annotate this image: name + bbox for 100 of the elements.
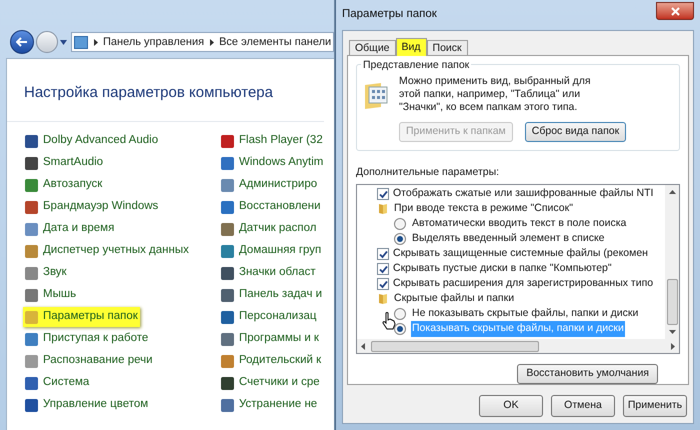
dialog-button[interactable]: Отмена [551,395,615,417]
chevron-icon [210,38,214,46]
applet-icon [25,354,38,368]
applet-icon [25,222,38,236]
control-panel-link[interactable]: Система [23,373,92,393]
option-label: Отображать сжатые или зашифрованные файлы NTI [393,186,654,202]
applet-icon [25,200,38,214]
checkbox[interactable] [377,248,389,260]
scroll-thumb[interactable] [666,279,678,325]
control-panel-link[interactable]: Dolby Advanced Audio [23,131,160,151]
applet-icon [25,244,38,258]
applet-icon [221,332,234,346]
breadcrumb-item[interactable]: Панель управления [103,34,204,50]
control-panel-link[interactable]: Панель задач и [221,285,322,305]
hand-cursor-icon [382,312,396,330]
applet-icon [221,200,234,214]
control-panel-link[interactable]: Администриро [221,175,318,195]
scroll-left-icon [361,342,365,350]
close-button[interactable] [656,2,694,20]
dialog-button[interactable]: Сброс вида папок [524,122,626,142]
applet-icon [221,354,234,368]
back-arrow-icon [16,37,28,47]
dialog-button[interactable]: Применить [623,395,687,417]
dropdown-arrow-icon [60,40,67,44]
option-label: Скрывать защищенные системные файлы (рекомен [393,246,648,262]
applet-icon [221,288,234,302]
checkbox[interactable] [377,188,389,200]
radio-button[interactable] [394,323,406,336]
option-label: Скрывать пустые диски в папке "Компьютер" [393,261,612,276]
scroll-thumb[interactable] [371,340,539,352]
address-bar[interactable]: Панель управления Все элементы панели [71,32,334,52]
applet-icon [221,266,234,280]
folder-icon [378,293,388,306]
tab[interactable]: Поиск [426,40,468,55]
applet-icon [25,288,38,302]
control-panel-link[interactable]: Восстановлени [221,197,321,217]
control-panel-link[interactable]: Приступая к работе [23,329,150,349]
control-panel-link[interactable]: Распознавание речи [23,351,155,371]
applet-icon [25,310,38,324]
applet-icon [25,156,38,170]
breadcrumb-item[interactable]: Все элементы панели [219,34,332,50]
radio-button[interactable] [394,218,406,230]
control-panel-link[interactable]: Программы и к [221,329,319,349]
control-panel-link[interactable]: Автозапуск [23,175,104,195]
applet-icon [221,376,234,390]
close-icon [670,6,680,16]
control-panel-link[interactable]: Звук [23,263,69,283]
option-label: Автоматически вводить текст в поле поиска [411,216,628,232]
control-panel-link[interactable]: Датчик распол [221,219,316,239]
applet-icon [221,222,234,236]
section-label: Дополнительные параметры: [356,165,500,180]
control-panel-link[interactable]: Устранение не [221,395,318,415]
applet-icon [221,310,234,324]
scroll-down-icon [668,330,676,334]
horizontal-scrollbar[interactable] [357,339,679,353]
group-label: Скрытые файлы и папки [394,291,514,306]
applet-icon [221,156,234,170]
control-panel-link[interactable]: Родительский к [221,351,322,371]
checkbox[interactable] [377,278,389,290]
control-panel-link[interactable]: Домашняя груп [221,241,322,261]
control-panel-link[interactable]: Параметры папок [23,307,140,327]
chevron-icon [94,38,98,46]
applet-icon [25,178,38,192]
applet-icon [25,266,38,280]
scroll-right-icon [671,342,675,350]
description-text: Можно применить вид, выбранный для этой папки, например, "Таблица" или "Значки", ко всем папкам этого типа. [399,75,592,114]
control-panel-link[interactable]: Дата и время [23,219,116,239]
radio-button[interactable] [394,233,406,246]
folder-view-icon [363,81,389,111]
vertical-scrollbar[interactable] [665,184,679,339]
option-label: Скрывать расширения для зарегистрированных типо [393,276,654,292]
control-panel-link[interactable]: Счетчики и сре [221,373,320,393]
control-panel-link[interactable]: Значки област [221,263,316,283]
checkbox[interactable] [377,263,389,276]
tab[interactable]: Вид [396,38,427,56]
control-panel-link[interactable]: Брандмауэр Windows [23,197,160,217]
control-panel-link[interactable]: SmartAudio [23,153,106,173]
radio-button[interactable] [394,308,406,320]
option-label: Показывать скрытые файлы, папки и диски [411,321,625,338]
tab[interactable]: Общие [349,40,396,55]
page-heading: Настройка параметров компьютера [24,84,273,101]
control-panel-icon [74,36,88,48]
applet-icon [221,244,234,258]
control-panel-link[interactable]: Диспетчер учетных данных [23,241,191,261]
control-panel-link[interactable]: Мышь [23,285,78,305]
control-panel-link[interactable]: Персонализац [221,307,316,327]
control-panel-link[interactable]: Windows Anytim [221,153,324,173]
applet-icon [25,332,38,346]
dialog-button[interactable]: OK [479,395,543,417]
applet-icon [221,134,234,148]
restore-defaults-button[interactable]: Восстановить умолчания [517,364,658,384]
applet-icon [221,398,234,412]
group-label: При вводе текста в режиме "Список" [394,201,573,216]
applet-icon [25,134,38,148]
control-panel-link[interactable]: Управление цветом [23,395,150,415]
control-panel-link[interactable]: Flash Player (32 [221,131,323,151]
window-title: Параметры папок [342,7,437,22]
applet-icon [25,398,38,412]
back-button[interactable] [10,30,34,54]
folder-icon [378,203,388,216]
